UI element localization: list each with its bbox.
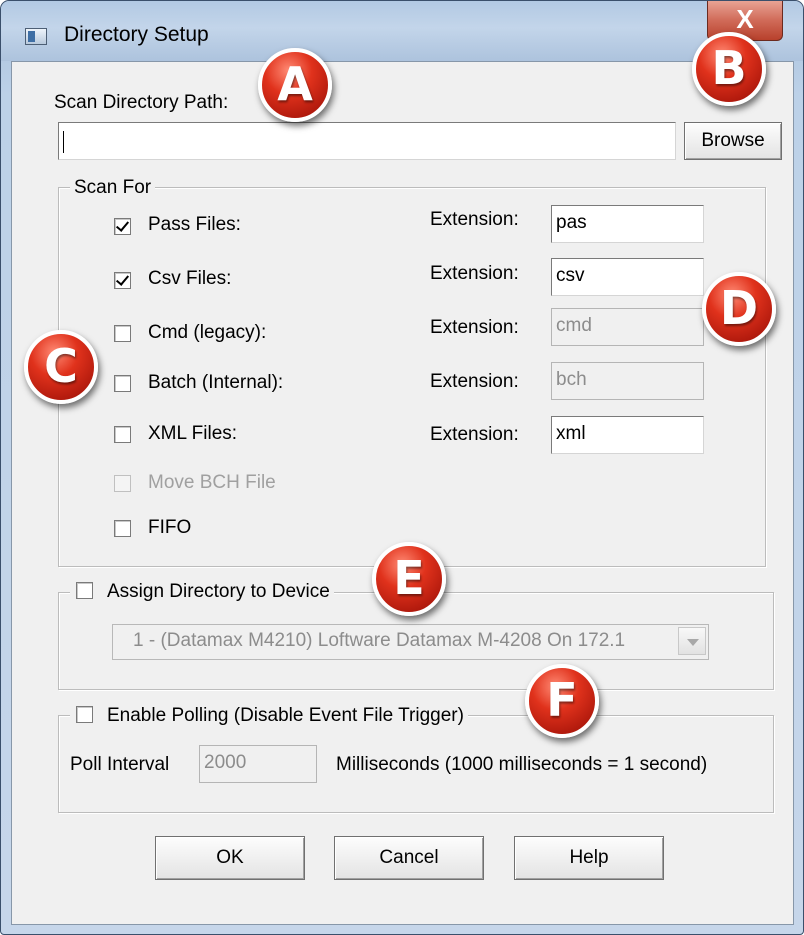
assign-device-label: Assign Directory to Device: [107, 581, 330, 602]
pass-extension-label: Extension:: [430, 209, 519, 230]
poll-interval-input[interactable]: 2000: [199, 745, 317, 783]
cmd-legacy-checkbox[interactable]: [114, 325, 131, 342]
ok-button[interactable]: OK: [155, 836, 305, 880]
callout-marker-a: A: [258, 48, 332, 122]
fifo-checkbox[interactable]: [114, 520, 131, 537]
cmd-extension-label: Extension:: [430, 317, 519, 338]
pass-extension-input[interactable]: pas: [551, 205, 704, 243]
csv-extension-input[interactable]: csv: [551, 258, 704, 296]
csv-extension-label: Extension:: [430, 263, 519, 284]
browse-button[interactable]: Browse: [684, 122, 782, 160]
device-select[interactable]: 1 - (Datamax M4210) Loftware Datamax M-4…: [112, 624, 709, 660]
callout-marker-c: C: [24, 330, 98, 404]
xml-extension-label: Extension:: [430, 424, 519, 445]
enable-polling-label: Enable Polling (Disable Event File Trigg…: [107, 705, 464, 726]
callout-marker-e: E: [372, 542, 446, 616]
window-title: Directory Setup: [64, 23, 209, 46]
batch-internal-label: Batch (Internal):: [148, 372, 284, 393]
csv-files-label: Csv Files:: [148, 268, 232, 289]
device-group-header: Assign Directory to Device: [70, 581, 334, 603]
move-bch-label: Move BCH File: [148, 472, 276, 493]
csv-files-checkbox[interactable]: [114, 272, 131, 289]
callout-marker-b: B: [692, 32, 766, 106]
chevron-down-icon[interactable]: [678, 627, 706, 655]
scan-path-input[interactable]: [58, 122, 676, 160]
device-select-value: 1 - (Datamax M4210) Loftware Datamax M-4…: [133, 630, 626, 651]
cmd-legacy-label: Cmd (legacy):: [148, 322, 267, 343]
xml-files-checkbox[interactable]: [114, 426, 131, 443]
enable-polling-checkbox[interactable]: [76, 706, 93, 723]
cmd-extension-input[interactable]: cmd: [551, 308, 704, 346]
title-bar[interactable]: Directory Setup X: [1, 1, 803, 61]
move-bch-checkbox[interactable]: [114, 475, 131, 492]
pass-files-checkbox[interactable]: [114, 218, 131, 235]
callout-marker-f: F: [525, 664, 599, 738]
cancel-button[interactable]: Cancel: [334, 836, 484, 880]
batch-extension-label: Extension:: [430, 371, 519, 392]
polling-group-header: Enable Polling (Disable Event File Trigg…: [70, 705, 468, 727]
fifo-label: FIFO: [148, 517, 192, 538]
scan-for-title: Scan For: [70, 177, 156, 199]
batch-extension-input[interactable]: bch: [551, 362, 704, 400]
xml-files-label: XML Files:: [148, 423, 238, 444]
batch-internal-checkbox[interactable]: [114, 375, 131, 392]
scan-path-label: Scan Directory Path:: [54, 92, 229, 113]
assign-device-checkbox[interactable]: [76, 582, 93, 599]
text-caret: [63, 131, 64, 153]
help-button[interactable]: Help: [514, 836, 664, 880]
callout-marker-d: D: [702, 272, 776, 346]
xml-extension-input[interactable]: xml: [551, 416, 704, 454]
pass-files-label: Pass Files:: [148, 214, 241, 235]
milliseconds-note: Milliseconds (1000 milliseconds = 1 seco…: [336, 754, 708, 775]
window-icon: [25, 28, 47, 45]
poll-interval-label: Poll Interval: [70, 754, 170, 775]
